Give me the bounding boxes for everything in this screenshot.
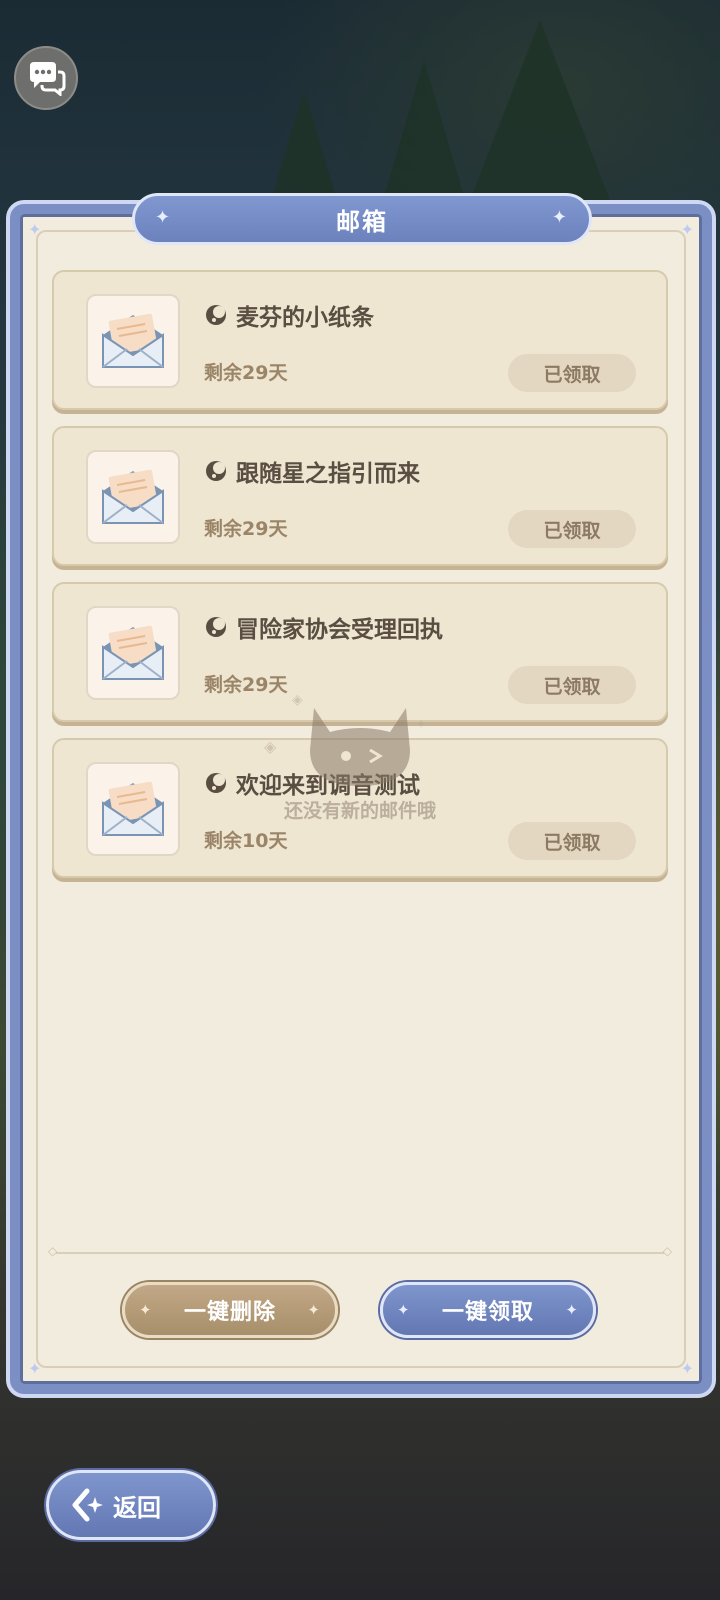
divider: ◇ ◇ <box>48 1244 672 1258</box>
background-tree <box>268 90 340 210</box>
mail-title: 麦芬的小纸条 <box>204 298 374 332</box>
mail-title-text: 欢迎来到调音测试 <box>236 773 420 799</box>
mail-remaining-days: 剩余29天 <box>204 518 288 540</box>
page-title: 邮箱 <box>336 207 388 236</box>
diamond-icon: ◇ <box>48 1244 58 1258</box>
mail-title-text: 跟随星之指引而来 <box>236 461 420 487</box>
sparkle-icon: ✦ <box>155 207 173 228</box>
claim-all-button[interactable]: ✦ 一键领取 ✦ <box>380 1282 596 1338</box>
open-envelope-icon <box>86 762 180 856</box>
claimed-badge: 已领取 <box>508 510 636 548</box>
sparkle-icon: ✦ <box>551 207 569 228</box>
corner-star-icon: ✦ <box>680 1359 694 1378</box>
mail-item[interactable]: 跟随星之指引而来 剩余29天 已领取 <box>52 426 668 566</box>
background-tree <box>380 60 468 210</box>
mail-remaining-days: 剩余29天 <box>204 362 288 384</box>
mail-title: 冒险家协会受理回执 <box>204 610 443 644</box>
corner-star-icon: ✦ <box>28 1359 42 1378</box>
claim-all-label: 一键领取 <box>441 1300 534 1325</box>
mail-item[interactable]: 欢迎来到调音测试 剩余10天 已领取 <box>52 738 668 878</box>
delete-all-label: 一键删除 <box>183 1300 276 1325</box>
claimed-badge: 已领取 <box>508 666 636 704</box>
open-envelope-icon <box>86 606 180 700</box>
moon-seal-icon <box>206 617 226 637</box>
mail-item[interactable]: 麦芬的小纸条 剩余29天 已领取 <box>52 270 668 410</box>
mailbox-title-tab: ✦ 邮箱 ✦ <box>132 193 592 245</box>
diamond-icon: ◇ <box>662 1244 672 1258</box>
sparkle-icon: ✦ <box>565 1301 579 1319</box>
sparkle-icon: ✦ <box>307 1301 321 1319</box>
sparkle-icon: ✦ <box>139 1301 153 1319</box>
corner-star-icon: ✦ <box>680 220 694 239</box>
claimed-badge: 已领取 <box>508 822 636 860</box>
chat-button[interactable] <box>14 46 78 110</box>
moon-seal-icon <box>206 305 226 325</box>
back-button[interactable]: 返回 <box>46 1470 216 1540</box>
background-tree <box>470 20 610 200</box>
delete-all-button[interactable]: ✦ 一键删除 ✦ <box>122 1282 338 1338</box>
open-envelope-icon <box>86 294 180 388</box>
chat-bubbles-icon <box>30 62 66 96</box>
mail-remaining-days: 剩余10天 <box>204 830 288 852</box>
moon-seal-icon <box>206 461 226 481</box>
moon-seal-icon <box>206 773 226 793</box>
corner-star-icon: ✦ <box>28 220 42 239</box>
mail-title-text: 麦芬的小纸条 <box>236 305 374 331</box>
back-label: 返回 <box>113 1493 161 1522</box>
claimed-badge: 已领取 <box>508 354 636 392</box>
back-arrow-icon <box>72 1488 103 1522</box>
mail-remaining-days: 剩余29天 <box>204 674 288 696</box>
open-envelope-icon <box>86 450 180 544</box>
mail-title: 欢迎来到调音测试 <box>204 766 420 800</box>
mail-title-text: 冒险家协会受理回执 <box>236 617 443 643</box>
sparkle-icon: ✦ <box>397 1301 411 1319</box>
mail-title: 跟随星之指引而来 <box>204 454 420 488</box>
mail-item[interactable]: 冒险家协会受理回执 剩余29天 已领取 <box>52 582 668 722</box>
